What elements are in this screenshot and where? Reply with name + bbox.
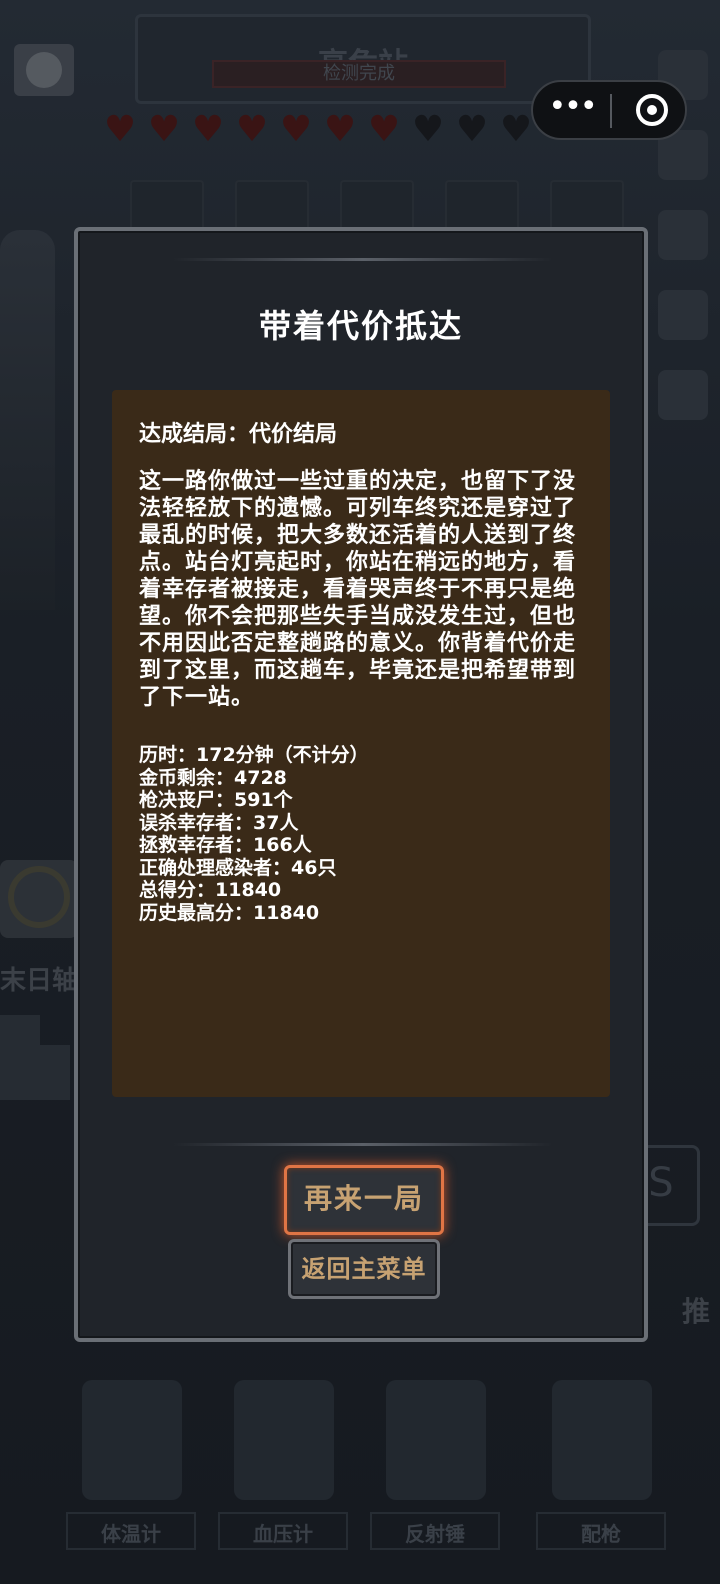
hammer-icon <box>386 1380 486 1500</box>
tool-label: 血压计 <box>253 1522 313 1546</box>
ending-content-panel: 达成结局：代价结局 这一路你做过一些过重的决定，也留下了没法轻轻放下的遗憾。可列… <box>112 390 610 1097</box>
ending-line: 达成结局：代价结局 <box>139 422 338 447</box>
pistol-icon <box>552 1380 652 1500</box>
inventory-slot <box>235 180 309 234</box>
stat-duration: 历时：172分钟（不计分） <box>139 744 369 766</box>
station-header: 高危站 <box>135 14 591 104</box>
doom-wheel <box>0 860 78 938</box>
tool-label: 体温计 <box>101 1522 161 1546</box>
divider <box>173 1143 553 1146</box>
ending-dialog: 带着代价抵达 达成结局：代价结局 这一路你做过一些过重的决定，也留下了没法轻轻放… <box>74 227 648 1342</box>
user-icon <box>26 52 62 88</box>
doom-axis-label: 末日轴 <box>0 966 79 996</box>
wheel-icon <box>8 866 70 928</box>
divider <box>173 258 553 261</box>
miniprogram-capsule: ••• <box>531 80 687 140</box>
tool-blood-pressure: 血压计 <box>214 1360 352 1560</box>
capsule-divider <box>610 94 612 128</box>
heart-icon: ♥ <box>411 109 445 150</box>
player-avatar <box>14 44 74 96</box>
inventory-slot <box>130 180 204 234</box>
tool-hammer: 反射锤 <box>366 1360 504 1560</box>
tool-label: 反射锤 <box>405 1522 465 1546</box>
inventory-slot <box>550 180 624 234</box>
ending-story: 这一路你做过一些过重的决定，也留下了没法轻轻放下的遗憾。可列车终究还是穿过了最乱… <box>139 469 577 710</box>
tool-label: 配枪 <box>581 1522 621 1546</box>
more-options-button[interactable]: ••• <box>533 82 611 138</box>
stat-coins: 金币剩余：4728 <box>139 766 287 789</box>
dialog-title: 带着代价抵达 <box>258 307 463 345</box>
heart-icon: ♥ <box>103 109 137 150</box>
stat-survivors-killed: 误杀幸存者：37人 <box>139 811 299 834</box>
target-icon[interactable] <box>636 94 668 126</box>
inventory-slot <box>340 180 414 234</box>
station-status: 检测完成 <box>212 60 506 88</box>
target-dot <box>647 105 657 115</box>
bg-bar <box>0 1015 40 1045</box>
stat-infected-handled: 正确处理感染者：46只 <box>139 856 337 879</box>
push-label: 推 <box>681 1295 710 1328</box>
thermometer-icon <box>82 1380 182 1500</box>
blood-pressure-icon <box>234 1380 334 1500</box>
heart-icon: ♥ <box>367 109 401 150</box>
tool-icon <box>658 370 708 420</box>
play-again-button[interactable]: 再来一局 <box>284 1165 444 1235</box>
bg-bar <box>0 1045 70 1100</box>
stat-survivors-saved: 拯救幸存者：166人 <box>139 834 312 856</box>
tool-icon <box>658 210 708 260</box>
heart-icon: ♥ <box>455 109 489 150</box>
stat-best-score: 历史最高分：11840 <box>139 901 320 924</box>
main-menu-button[interactable]: 返回主菜单 <box>288 1239 440 1299</box>
heart-icon: ♥ <box>235 109 269 150</box>
heart-icon: ♥ <box>499 109 533 150</box>
tool-thermometer: 体温计 <box>62 1360 200 1560</box>
stat-total-score: 总得分：11840 <box>139 879 282 901</box>
stats-list: 历时：172分钟（不计分） 金币剩余：4728 枪决丧尸：591个 误杀幸存者：… <box>139 744 579 924</box>
heart-icon: ♥ <box>191 109 225 150</box>
tool-pistol: 配枪 <box>532 1360 670 1560</box>
health-hearts: ♥ ♥ ♥ ♥ ♥ ♥ ♥ ♥ ♥ ♥ <box>100 112 540 152</box>
heart-icon: ♥ <box>323 109 357 150</box>
tool-bar: 体温计 血压计 反射锤 配枪 <box>62 1360 702 1584</box>
tool-icon <box>658 290 708 340</box>
survivor-silhouette <box>0 230 55 610</box>
inventory-slot <box>445 180 519 234</box>
heart-icon: ♥ <box>147 109 181 150</box>
stat-zombies-shot: 枪决丧尸：591个 <box>139 789 293 811</box>
heart-icon: ♥ <box>279 109 313 150</box>
